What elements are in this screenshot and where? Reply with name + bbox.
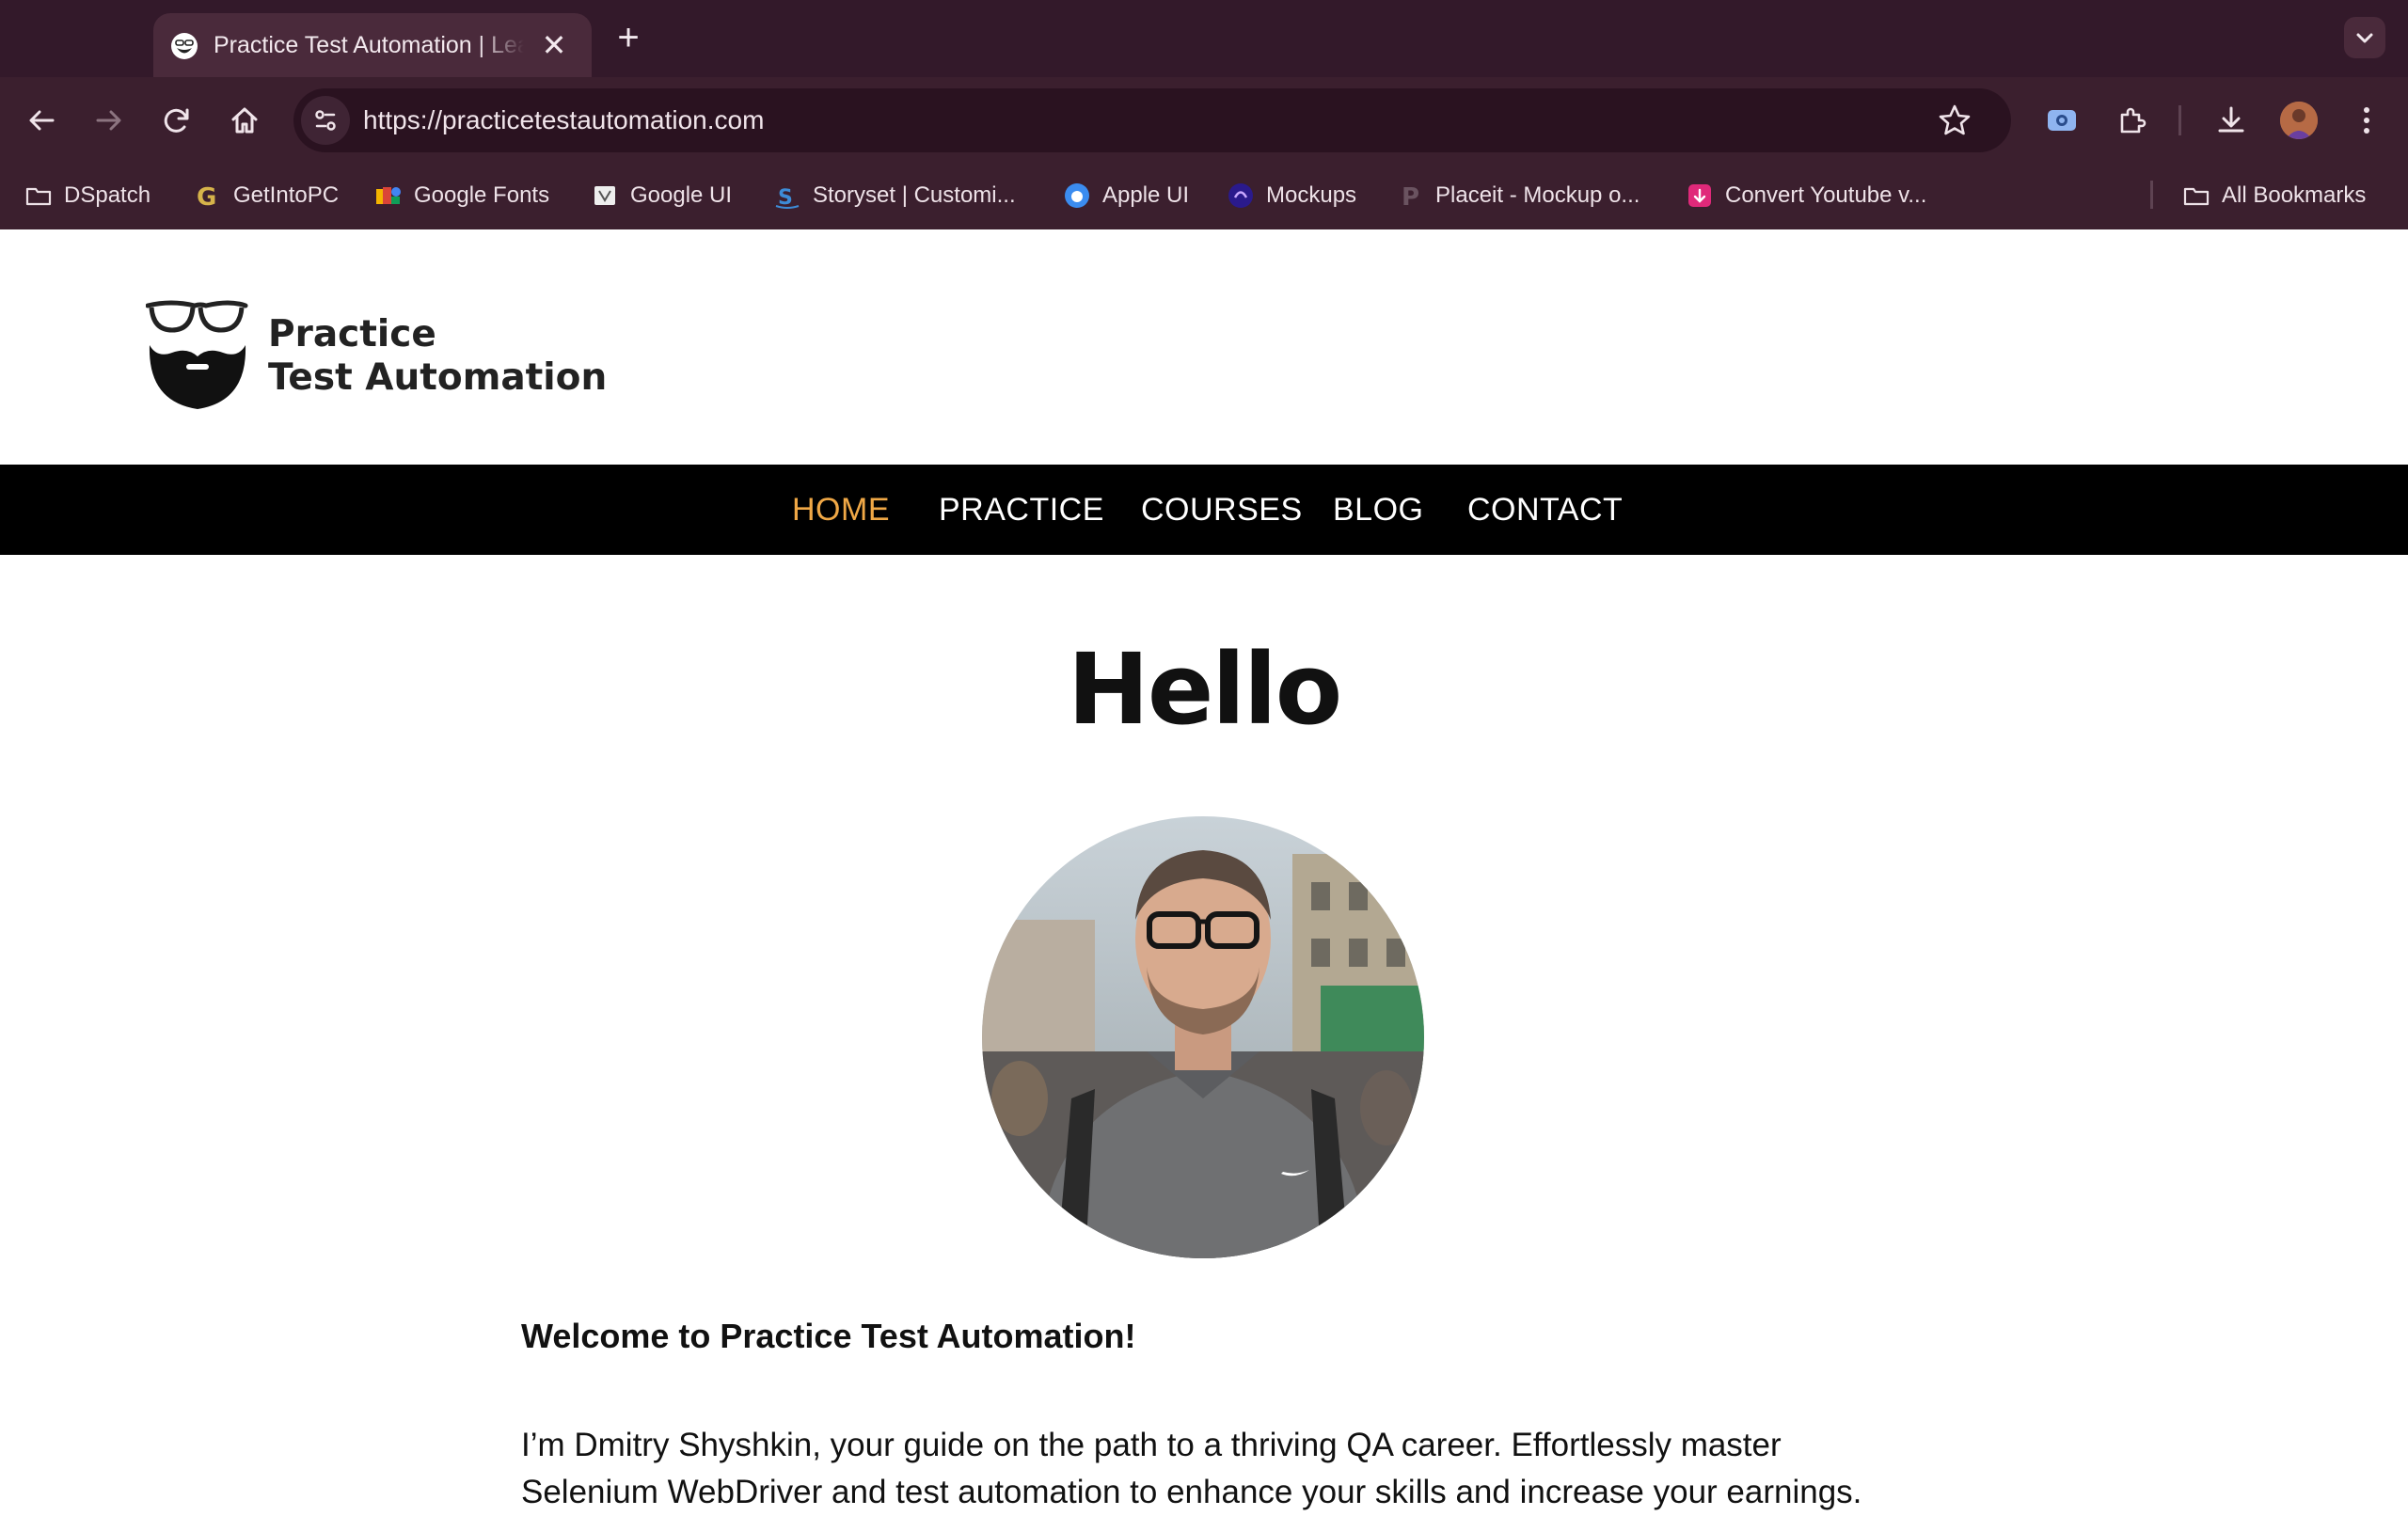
glasses-beard-logo-icon [146,300,248,409]
apple-ui-icon [1065,183,1089,208]
bookmark-label: Mockups [1266,182,1357,208]
storyset-icon: S [775,186,800,210]
nav-blog[interactable]: BLOG [1333,465,1423,555]
nav-contact[interactable]: CONTACT [1467,465,1623,555]
tab-strip: Practice Test Automation | Learn Seleniu… [0,0,2408,77]
tune-icon [315,110,336,131]
page-title: Hello [1067,632,1342,747]
bookmark-placeit[interactable]: P Placeit - Mockup o... [1396,171,1640,220]
bookmark-getintopc[interactable]: G GetIntoPC [194,171,339,220]
tab-close-icon[interactable]: ✕ [539,30,569,60]
browser-tab[interactable]: Practice Test Automation | Learn Seleniu… [153,13,592,77]
forward-arrow-icon[interactable] [88,100,130,141]
bookmark-mockups[interactable]: Mockups [1227,171,1356,220]
bookmark-label: Placeit - Mockup o... [1435,182,1640,208]
site-info-button[interactable] [301,96,350,145]
folder-icon [2183,187,2210,206]
welcome-heading: Welcome to Practice Test Automation! [521,1317,1136,1355]
logo-text-practice: Practice [268,313,436,355]
author-portrait [982,816,1424,1258]
toolbar-divider [2178,105,2181,135]
nav-courses[interactable]: COURSES [1141,465,1303,555]
bookmark-google-ui[interactable]: Google UI [591,171,732,220]
tab-search-button[interactable] [2344,17,2385,58]
kebab-menu-icon[interactable] [2346,100,2387,141]
folder-icon [25,187,52,206]
site-logo[interactable]: Practice Test Automation [146,300,607,413]
author-photo-icon [982,816,1424,1258]
browser-chrome: Practice Test Automation | Learn Seleniu… [0,0,2408,229]
bookmark-star-icon[interactable] [1936,102,1973,139]
svg-text:G: G [197,183,216,210]
mockups-icon [1228,183,1253,208]
mp3-converter-icon [1688,184,1711,207]
bookmark-google-fonts[interactable]: Google Fonts [374,171,549,220]
bookmark-youtube-converter[interactable]: Convert Youtube v... [1686,171,1926,220]
reload-icon[interactable] [156,100,198,141]
bookmarks-divider [2150,181,2153,209]
site-favicon-icon [171,33,198,59]
bookmark-label: Google Fonts [414,182,550,208]
bookmark-label: Google UI [630,182,733,208]
nav-home[interactable]: HOME [792,465,890,555]
main-navigation: HOME PRACTICE COURSES BLOG CONTACT [0,465,2408,555]
extensions-puzzle-icon[interactable] [2111,100,2152,141]
bookmark-label: GetIntoPC [233,182,340,208]
profile-photo-icon [2280,102,2318,139]
nav-practice[interactable]: PRACTICE [939,465,1104,555]
bookmark-apple-ui[interactable]: Apple UI [1063,171,1189,220]
site-header: Practice Test Automation [0,229,2408,465]
bookmark-label: Storyset | Customi... [813,182,1016,208]
bookmarks-bar: DSpatch G GetIntoPC Google Fonts Google … [0,171,2408,220]
all-bookmarks[interactable]: All Bookmarks [2182,171,2366,220]
google-fonts-icon [376,187,401,204]
placeit-icon: P [1402,183,1419,210]
bookmark-dspatch[interactable]: DSpatch [24,171,150,220]
logo-text-test-automation: Test Automation [268,356,608,399]
bookmark-label: Convert Youtube v... [1725,182,1927,208]
all-bookmarks-label: All Bookmarks [2222,182,2367,208]
google-ui-icon [594,186,615,205]
back-arrow-icon[interactable] [21,100,62,141]
download-icon[interactable] [2210,100,2252,141]
screen-capture-extension-icon[interactable] [2041,100,2083,141]
tab-title: Practice Test Automation | Learn Seleniu… [214,32,524,58]
home-icon[interactable] [224,100,265,141]
getintopc-icon: G [197,183,216,210]
chevron-down-icon [2356,33,2373,43]
svg-text:P: P [1402,183,1419,210]
bookmark-storyset[interactable]: S Storyset | Customi... [773,171,1016,220]
url-text[interactable]: https://practicetestautomation.com [363,88,764,152]
address-bar[interactable]: https://practicetestautomation.com [293,88,2011,152]
new-tab-button[interactable]: + [610,19,647,56]
profile-avatar[interactable] [2280,102,2318,139]
intro-paragraph: I’m Dmitry Shyshkin, your guide on the p… [521,1427,1862,1510]
bookmark-label: Apple UI [1102,182,1190,208]
bookmark-label: DSpatch [64,182,151,208]
